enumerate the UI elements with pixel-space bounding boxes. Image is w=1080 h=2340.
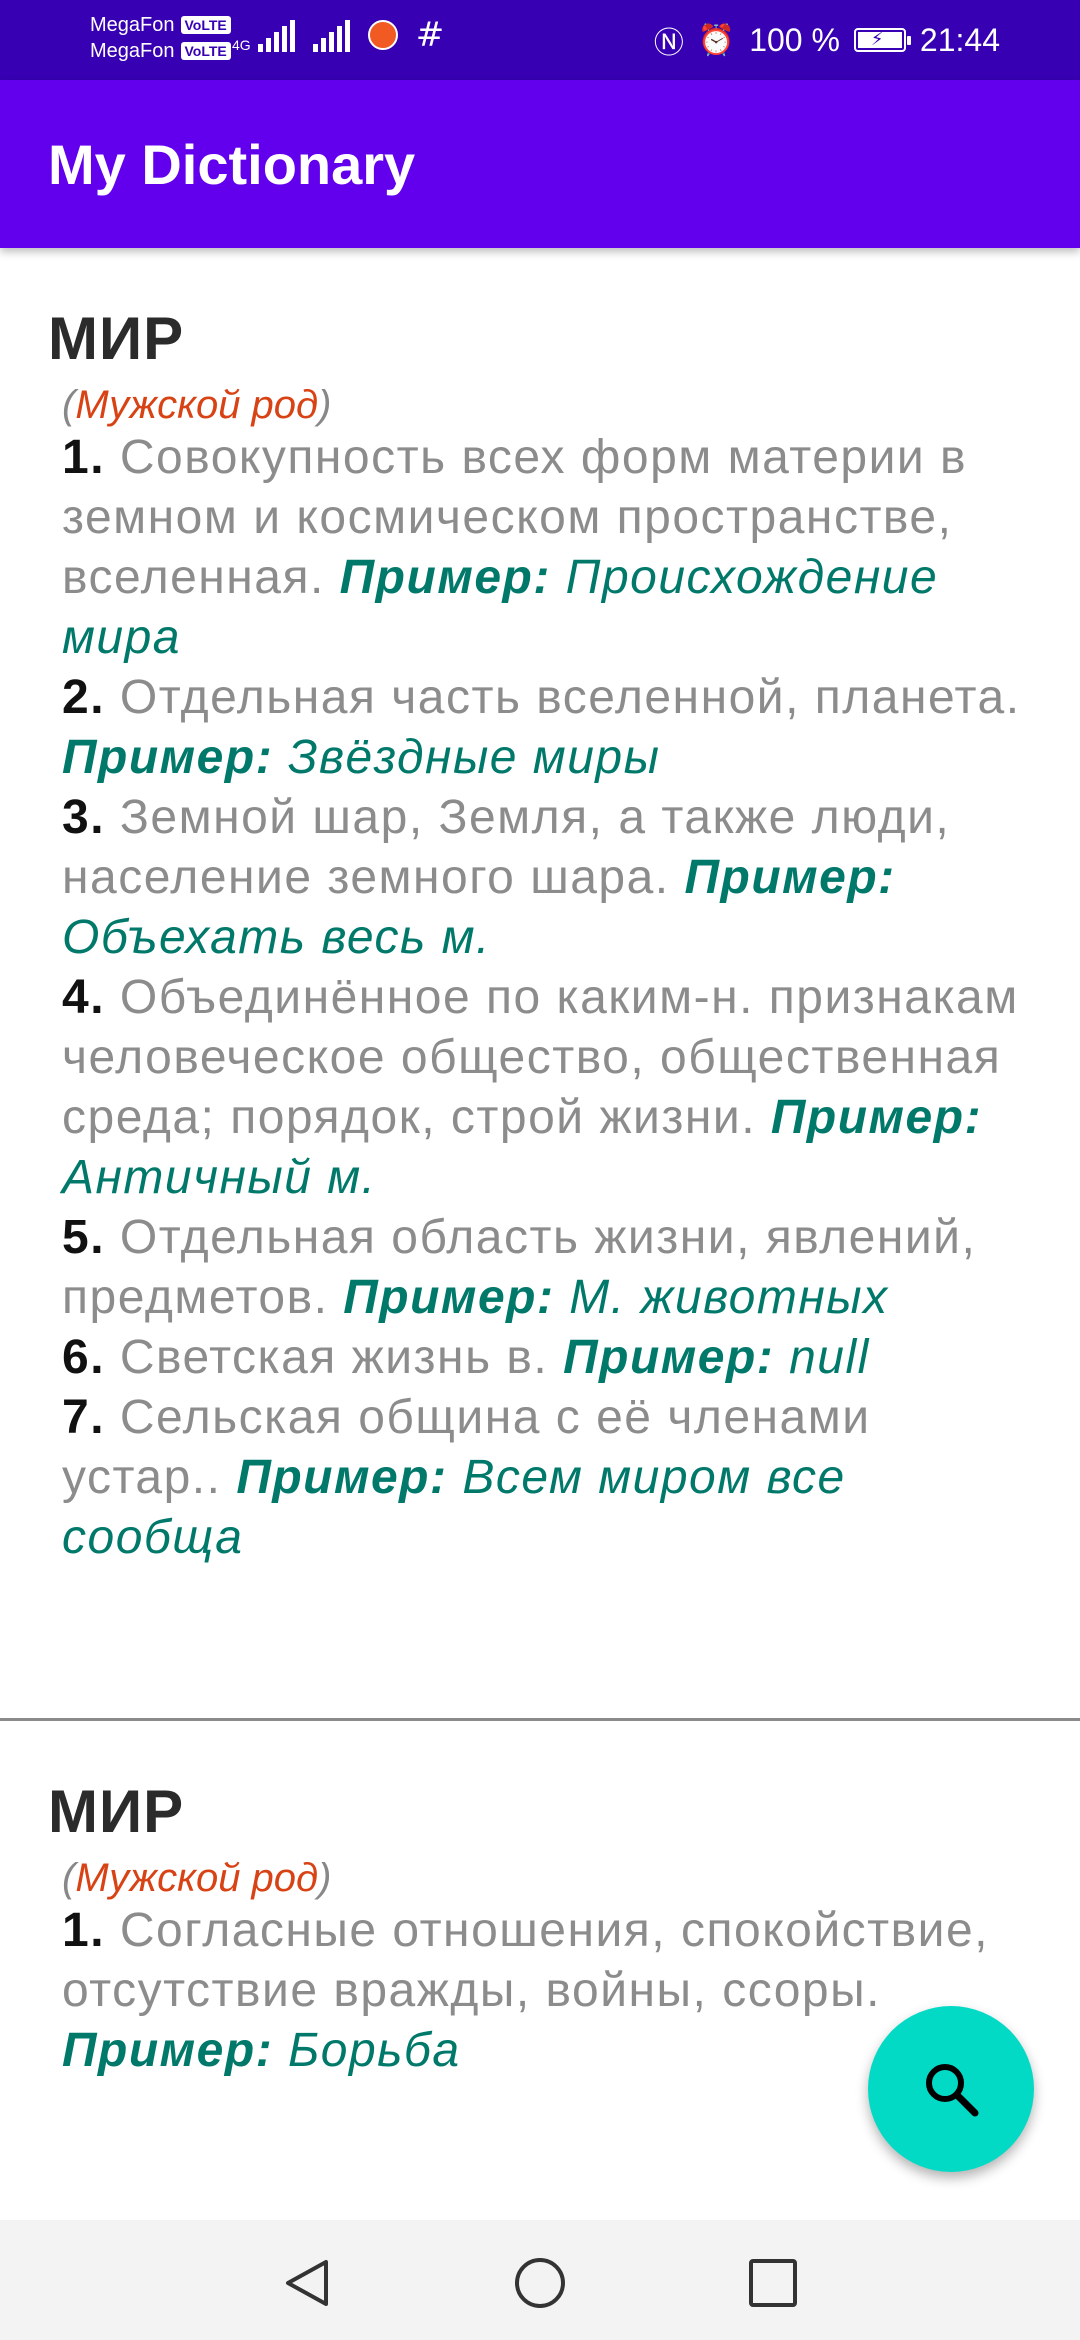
definition-item: 3. Земной шар, Земля, а также люди, насе… [62,788,1022,968]
definition-item: 6. Светская жизнь в. Пример: null [62,1328,1022,1388]
definition-item: 7. Сельская община с её членами устар.. … [62,1388,1022,1568]
search-icon [926,2064,979,2117]
definition-number: 1. [62,431,106,484]
example-label: Пример: [236,1451,448,1504]
example-label: Пример: [343,1271,555,1324]
gender-label: Мужской род [75,1856,319,1900]
volte-badge: VoLTE [180,42,231,60]
example-text: М. животных [569,1271,889,1324]
operators: MegaFon VoLTE MegaFon VoLTE [90,12,231,64]
nfc-icon: Ⓝ [653,26,684,61]
gender-label: Мужской род [75,383,319,427]
signal-icon [312,18,350,52]
status-bar: MegaFon VoLTE MegaFon VoLTE 4G # Ⓝ ⏰ 100 %… [0,0,1080,80]
alarm-icon: ⏰ [697,22,736,58]
entry-word: МИР [48,305,185,372]
example-text: Объехать весь м. [62,911,491,964]
definition-item: 1. Совокупность всех форм материи в земн… [62,428,1022,668]
definition-text: Согласные отношения, спокойствие, отсутс… [62,1904,990,2017]
entry-gender: (Мужской род) [62,383,332,427]
hash-icon: # [415,15,445,55]
recents-icon[interactable] [746,2256,800,2310]
definition-number: 2. [62,671,106,724]
definition-number: 6. [62,1331,106,1384]
definition-number: 3. [62,791,106,844]
app-title: My Dictionary [48,133,416,196]
definition-text: Отдельная часть вселенной, планета. [119,671,1021,724]
definition-text: Светская жизнь в. [119,1331,549,1384]
example-label: Пример: [339,551,551,604]
example-label: Пример: [62,2024,274,2077]
example-label: Пример: [563,1331,775,1384]
app-bar: My Dictionary [0,80,1080,248]
battery-charging-icon: ⚡ [853,28,911,52]
home-icon[interactable] [513,2256,567,2310]
entry-word: МИР [48,1778,185,1845]
network-type: 4G [232,37,251,53]
definition-item: 2. Отдельная часть вселенной, планета. П… [62,668,1022,788]
back-icon[interactable] [280,2256,334,2310]
example-label: Пример: [62,731,274,784]
definition-number: 1. [62,1904,106,1957]
operator-1: MegaFon [90,14,175,36]
definition-number: 4. [62,971,106,1024]
example-label: Пример: [770,1091,983,1144]
example-label: Пример: [684,851,896,904]
operator-2: MegaFon [90,40,175,62]
app-notification-icon [367,20,398,50]
definitions: 1. Совокупность всех форм материи в земн… [62,428,1022,1568]
search-button[interactable] [868,2006,1034,2172]
signal-icon: 4G [232,18,295,52]
definition-item: 4. Объединённое по каким-н. признакам че… [62,968,1022,1208]
example-text: null [789,1331,870,1384]
example-text: Античный м. [62,1151,377,1204]
dictionary-list[interactable]: МИР (Мужской род) 1. Совокупность всех фор… [0,248,1080,2220]
entry-gender: (Мужской род) [62,1856,332,1900]
example-text: Звёздные миры [288,731,661,784]
clock: 21:44 [919,21,1000,58]
navigation-bar [0,2220,1080,2340]
definition-number: 5. [62,1211,106,1264]
dictionary-entry[interactable]: МИР (Мужской род) 1. Совокупность всех фор… [0,248,1080,1568]
example-text: Борьба [288,2024,461,2077]
battery-percent: 100 % [749,21,840,58]
volte-badge: VoLTE [180,16,231,34]
definition-item: 5. Отдельная область жизни, явлений, пре… [62,1208,1022,1328]
definition-number: 7. [62,1391,106,1444]
